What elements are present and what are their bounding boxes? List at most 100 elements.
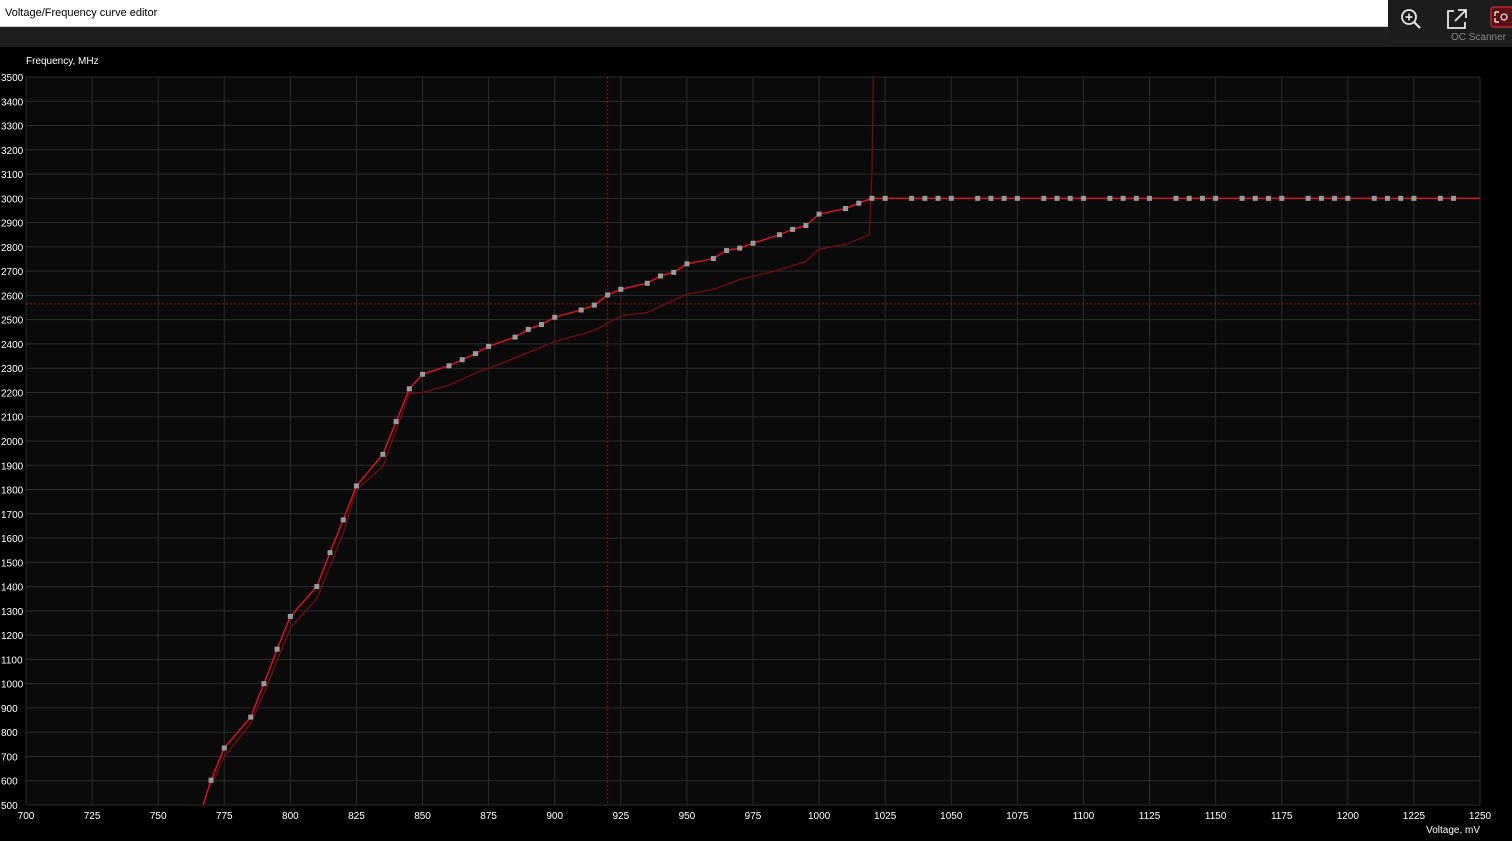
curve-point[interactable] [803,223,809,229]
curve-point[interactable] [1371,195,1377,201]
curve-point[interactable] [724,248,730,254]
curve-point[interactable] [552,314,558,320]
curve-point[interactable] [1332,195,1338,201]
vf-curve-chart[interactable]: 700 725 750 775 800 825 850 875 900 925 950 975 1000… [0,47,1512,841]
curve-point[interactable] [1041,195,1047,201]
curve-point[interactable] [340,517,346,523]
curve-point[interactable] [671,269,677,275]
x-tick-label: 900 [546,811,563,822]
curve-point[interactable] [591,302,597,308]
curve-point[interactable] [248,714,254,720]
curve-point[interactable] [909,195,915,201]
curve-point[interactable] [605,292,611,298]
curve-point[interactable] [869,195,875,201]
oc-scanner-label: OC Scanner [1450,32,1506,43]
curve-point[interactable] [948,195,954,201]
y-tick-label: 2200 [1,388,24,399]
curve-point[interactable] [1054,195,1060,201]
curve-point[interactable] [1001,195,1007,201]
curve-point[interactable] [1266,195,1272,201]
curve-point[interactable] [750,240,756,246]
curve-point[interactable] [816,211,822,217]
y-tick-label: 1600 [1,534,24,545]
x-tick-label: 1025 [874,811,897,822]
curve-point[interactable] [393,419,399,425]
curve-point[interactable] [1384,195,1390,201]
curve-point[interactable] [1186,195,1192,201]
y-tick-label: 1700 [1,510,24,521]
curve-point[interactable] [882,195,888,201]
curve-point[interactable] [1239,195,1245,201]
curve-point[interactable] [287,613,293,619]
curve-point[interactable] [1147,195,1153,201]
y-tick-label: 2800 [1,243,24,254]
curve-point[interactable] [512,334,518,340]
curve-point[interactable] [922,195,928,201]
x-tick-label: 825 [348,811,365,822]
curve-point[interactable] [1345,195,1351,201]
curve-point[interactable] [420,371,426,377]
title-bar: Voltage/Frequency curve editor [0,0,1388,27]
x-tick-label: 800 [282,811,299,822]
x-tick-label: 975 [745,811,762,822]
curve-point[interactable] [472,351,478,357]
curve-point[interactable] [221,745,227,751]
curve-point[interactable] [975,195,981,201]
curve-point[interactable] [776,232,782,238]
curve-point[interactable] [644,280,650,286]
curve-point[interactable] [1252,195,1258,201]
curve-point[interactable] [856,200,862,206]
curve-point[interactable] [208,777,214,783]
curve-point[interactable] [353,483,359,489]
curve-point[interactable] [657,273,663,279]
oc-scanner-icon [1490,6,1512,28]
curve-point[interactable] [406,386,412,392]
curve-point[interactable] [578,307,584,313]
curve-point[interactable] [1437,195,1443,201]
x-tick-label: 1100 [1073,811,1095,822]
curve-point[interactable] [1080,195,1086,201]
curve-point[interactable] [1213,195,1219,201]
curve-point[interactable] [486,343,492,349]
curve-point[interactable] [1067,195,1073,201]
zoom-in-icon [1401,9,1421,29]
curve-point[interactable] [380,451,386,457]
curve-point[interactable] [710,256,716,262]
curve-point[interactable] [790,226,796,232]
curve-point[interactable] [459,357,465,363]
y-tick-label: 1500 [1,558,24,569]
curve-point[interactable] [1318,195,1324,201]
curve-point[interactable] [618,286,624,292]
zoom-button[interactable] [1398,6,1424,32]
curve-point[interactable] [1305,195,1311,201]
curve-point[interactable] [539,322,545,328]
curve-point[interactable] [261,681,267,687]
y-tick-label: 3000 [1,194,24,205]
curve-point[interactable] [1120,195,1126,201]
y-tick-label: 2300 [1,364,24,375]
curve-point[interactable] [1173,195,1179,201]
curve-point[interactable] [737,245,743,251]
curve-point[interactable] [1133,195,1139,201]
oc-scanner-button[interactable] [1489,4,1512,30]
y-tick-label: 3200 [1,146,24,157]
curve-point[interactable] [1279,195,1285,201]
curve-point[interactable] [684,261,690,267]
y-tick-label: 1200 [1,631,24,642]
curve-point[interactable] [446,363,452,369]
curve-point[interactable] [1398,195,1404,201]
curve-point[interactable] [843,206,849,212]
curve-point[interactable] [988,195,994,201]
curve-point[interactable] [935,195,941,201]
curve-point[interactable] [1199,195,1205,201]
curve-point[interactable] [1014,195,1020,201]
curve-point[interactable] [1411,195,1417,201]
curve-point[interactable] [1107,195,1113,201]
curve-point[interactable] [274,646,280,652]
curve-point[interactable] [314,584,320,590]
popout-button[interactable] [1444,6,1470,32]
curve-point[interactable] [1451,195,1457,201]
curve-point[interactable] [327,550,333,556]
curve-point[interactable] [525,326,531,332]
y-axis-label: Frequency, MHz [26,56,99,67]
